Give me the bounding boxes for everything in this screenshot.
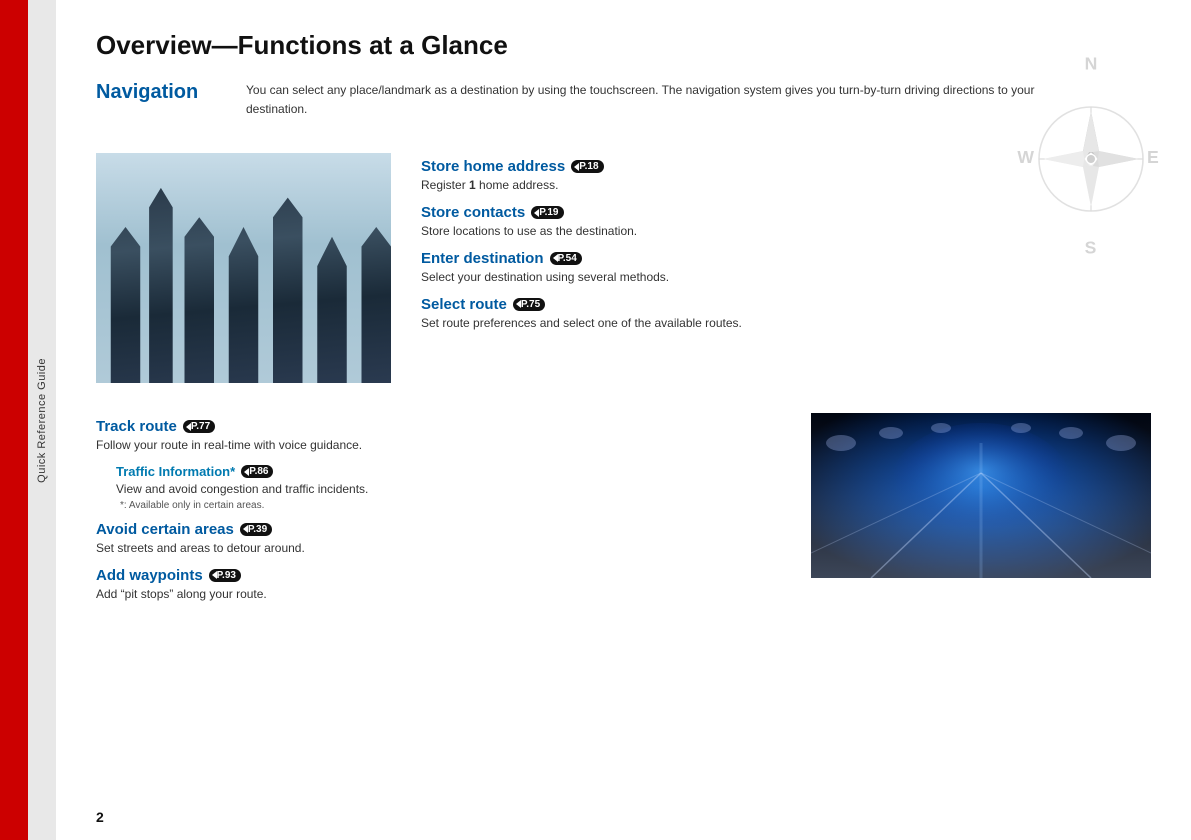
- badge-p39[interactable]: P.39: [240, 523, 272, 536]
- traffic-title: Traffic Information* P.86: [116, 464, 781, 479]
- feature-desc-avoid-areas: Set streets and areas to detour around.: [96, 540, 781, 557]
- svg-text:E: E: [1147, 147, 1159, 167]
- traffic-desc: View and avoid congestion and traffic in…: [116, 481, 781, 498]
- badge-p93[interactable]: P.93: [209, 569, 241, 582]
- tunnel-image: [811, 413, 1151, 578]
- red-tab: [0, 0, 28, 840]
- main-content: N W E S: [56, 0, 1191, 840]
- badge-p54[interactable]: P.54: [550, 252, 582, 265]
- badge-p75[interactable]: P.75: [513, 298, 545, 311]
- traffic-note: *: Available only in certain areas.: [120, 500, 781, 511]
- nav-intro-row: Navigation You can select any place/land…: [96, 81, 1151, 135]
- feature-desc-select-route: Set route preferences and select one of …: [421, 315, 1151, 332]
- feature-desc-add-waypoints: Add “pit stops” along your route.: [96, 586, 781, 603]
- badge-p77[interactable]: P.77: [183, 420, 215, 433]
- sidebar: Quick Reference Guide: [28, 0, 56, 840]
- bottom-section: Track route P.77 Follow your route in re…: [96, 413, 1151, 612]
- page-number: 2: [96, 809, 104, 825]
- top-section: Store home address P.18 Register 1 home …: [96, 153, 1151, 383]
- section-header: Navigation: [96, 81, 198, 103]
- feature-desc-enter-destination: Select your destination using several me…: [421, 269, 1151, 286]
- feature-track-route: Track route P.77 Follow your route in re…: [96, 418, 781, 454]
- feature-avoid-areas: Avoid certain areas P.39 Set streets and…: [96, 521, 781, 557]
- feature-desc-track-route: Follow your route in real-time with voic…: [96, 437, 781, 454]
- navigation-label: Navigation: [96, 81, 226, 104]
- compass-rose-icon: N W E S: [1011, 55, 1171, 255]
- feature-select-route: Select route P.75 Set route preferences …: [421, 296, 1151, 332]
- feature-title-select-route: Select route P.75: [421, 296, 1151, 313]
- feature-title-add-waypoints: Add waypoints P.93: [96, 567, 781, 584]
- svg-text:S: S: [1085, 237, 1097, 255]
- badge-p19[interactable]: P.19: [531, 206, 563, 219]
- badge-p86[interactable]: P.86: [241, 465, 273, 478]
- bottom-left: Track route P.77 Follow your route in re…: [96, 413, 781, 612]
- page-title: Overview—Functions at a Glance: [96, 30, 1151, 61]
- feature-title-avoid-areas: Avoid certain areas P.39: [96, 521, 781, 538]
- sidebar-label: Quick Reference Guide: [36, 358, 48, 483]
- bottom-right: [811, 413, 1151, 612]
- svg-text:W: W: [1017, 147, 1034, 167]
- badge-p18[interactable]: P.18: [571, 160, 603, 173]
- feature-title-track-route: Track route P.77: [96, 418, 781, 435]
- svg-text:N: N: [1085, 55, 1098, 73]
- traffic-sub: Traffic Information* P.86 View and avoid…: [116, 464, 781, 511]
- feature-enter-destination: Enter destination P.54 Select your desti…: [421, 250, 1151, 286]
- building-image: [96, 153, 391, 383]
- feature-add-waypoints: Add waypoints P.93 Add “pit stops” along…: [96, 567, 781, 603]
- nav-description: You can select any place/landmark as a d…: [246, 81, 1046, 119]
